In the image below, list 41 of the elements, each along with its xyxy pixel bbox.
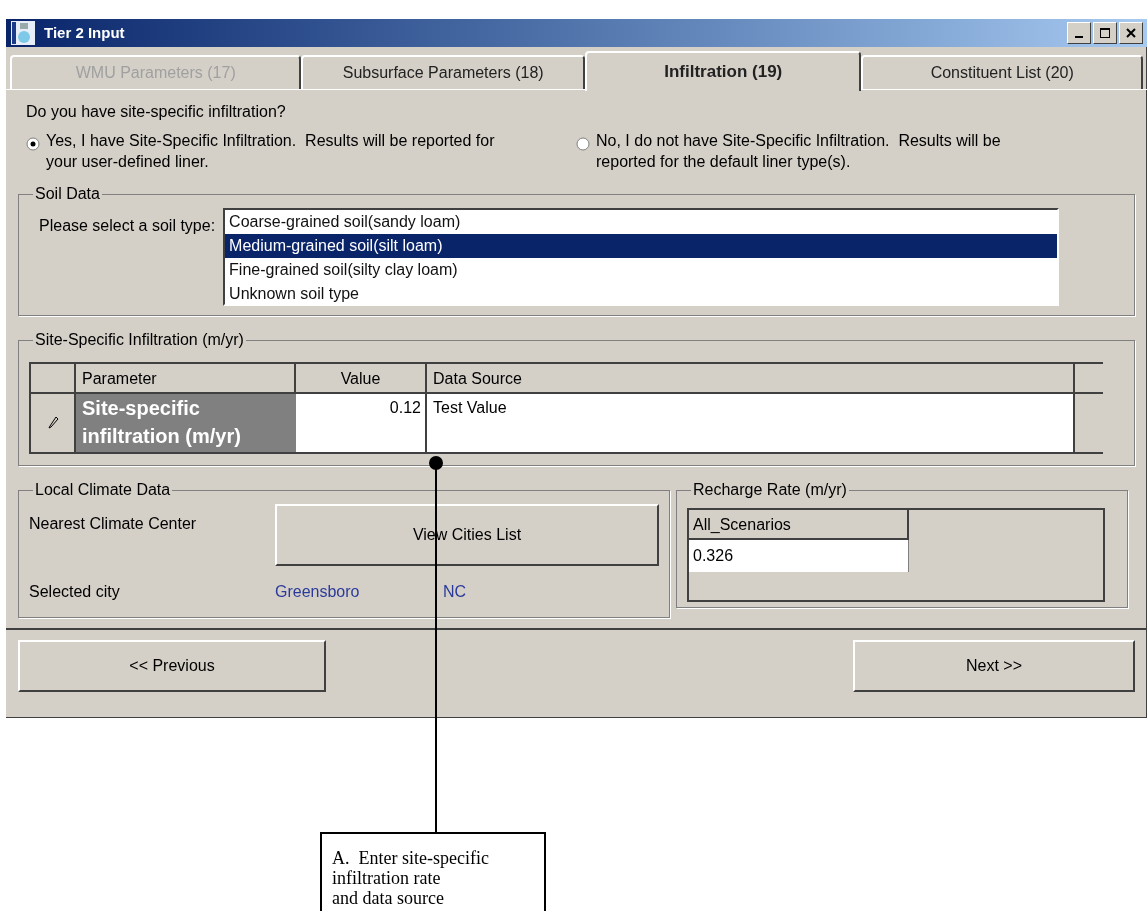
group-title: Site-Specific Infiltration (m/yr) [34,330,245,350]
soil-type-label: Please select a soil type: [39,216,216,236]
app-icon [10,20,36,46]
recharge-value-cell[interactable]: 0.326 [689,540,909,572]
close-icon [1125,27,1137,39]
radio-button[interactable] [26,137,40,151]
window-title: Tier 2 Input [44,22,125,43]
radio-label[interactable]: No, I do not have Site-Specific Infiltration. Results will be reported for the default liner type(s). [596,130,1046,172]
radio-button[interactable] [576,137,590,151]
radio-label[interactable]: Yes, I have Site-Specific Infiltration. Results will be reported for your user-defined liner. [46,130,496,172]
column-header: Value [296,364,427,392]
callout-text: A. Enter site-specific infiltration rate and data source [332,848,490,908]
maximize-button[interactable] [1093,22,1117,44]
minimize-icon [1075,36,1083,38]
group-title: Local Climate Data [34,480,172,500]
value-cell[interactable]: 0.12 [296,394,427,452]
state-code: NC [443,582,467,602]
climate-center-label: Nearest Climate Center [29,514,198,534]
group-title: Soil Data [34,184,101,204]
data-source-cell[interactable]: Test Value [427,394,1075,452]
soil-type-option[interactable]: Unknown soil type [225,282,1058,306]
tab[interactable]: Infiltration (19) [584,51,862,91]
question-text: Do you have site-specific infiltration? [26,102,287,122]
city-name: Greensboro [275,582,361,602]
selected-city-label: Selected city [29,582,121,602]
soil-type-option[interactable]: Coarse-grained soil(sandy loam) [225,210,1058,234]
tab[interactable]: Subsurface Parameters (18) [301,55,585,89]
parameter-cell: Site-specific infiltration (m/yr) [76,394,296,452]
column-header: Data Source [427,364,1075,392]
previous-button[interactable]: << Previous [18,640,326,692]
next-button[interactable]: Next >> [853,640,1135,692]
close-button[interactable] [1119,22,1143,44]
group-title: Recharge Rate (m/yr) [692,480,848,500]
maximize-icon [1099,27,1111,39]
tab[interactable]: Constituent List (20) [861,55,1143,89]
soil-type-option[interactable]: Fine-grained soil(silty clay loam) [225,258,1058,282]
soil-type-option[interactable]: Medium-grained soil(silt loam) [225,234,1058,258]
column-header: Parameter [76,364,296,392]
minimize-button[interactable] [1067,22,1091,44]
soil-type-list[interactable]: Coarse-grained soil(sandy loam) Medium-grained soil(silt loam) Fine-grained soil(silty clay loam) Unknown soil type [223,208,1060,306]
pencil-icon [46,416,59,430]
